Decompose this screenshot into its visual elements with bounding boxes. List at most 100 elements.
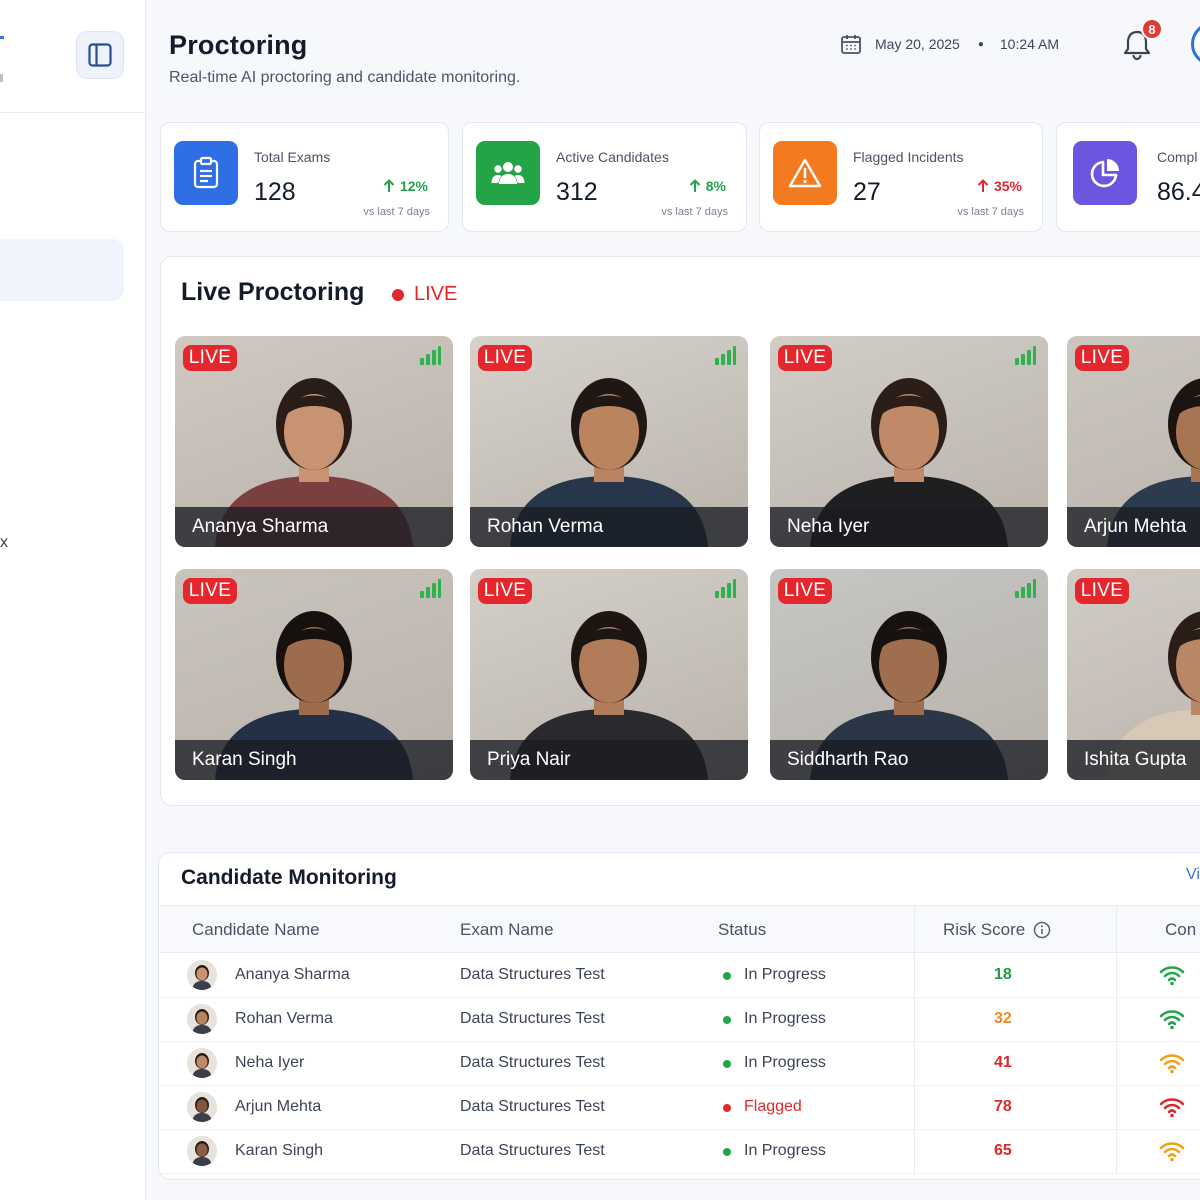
status-label: In Progress xyxy=(744,966,826,983)
stat-trend-value: 35% xyxy=(993,178,1022,194)
date-time-display: May 20, 2025 ● 10:24 AM xyxy=(840,33,1059,55)
signal-strength-icon xyxy=(1015,346,1036,365)
live-indicator-label: LIVE xyxy=(414,283,458,305)
candidate-name-label: Ananya Sharma xyxy=(175,507,453,547)
status-label: In Progress xyxy=(744,1010,826,1027)
candidate-monitoring-title: Candidate Monitoring xyxy=(181,866,397,889)
live-tag: LIVE xyxy=(183,578,237,604)
table-row[interactable]: Rohan Verma Data Structures Test In Progre… xyxy=(160,998,1200,1042)
column-header-exam-name[interactable]: Exam Name xyxy=(460,920,554,940)
exam-name: Data Structures Test xyxy=(460,1010,605,1027)
candidate-name[interactable]: Neha Iyer xyxy=(235,1054,304,1072)
video-tile[interactable]: LIVE Neha Iyer xyxy=(770,336,1048,547)
clipboard-icon xyxy=(174,141,238,205)
signal-strength-icon xyxy=(715,579,736,598)
risk-score: 18 xyxy=(994,966,1012,983)
wifi-icon xyxy=(1159,1142,1185,1162)
video-tile[interactable]: LIVE Ishita Gupta xyxy=(1067,569,1200,780)
stat-value: 86.4 xyxy=(1157,178,1200,206)
app-frame: x Proctoring Real-time AI proctoring and… xyxy=(0,0,1200,1200)
candidate-name-label: Rohan Verma xyxy=(470,507,748,547)
users-icon xyxy=(476,141,540,205)
candidate-name-label: Priya Nair xyxy=(470,740,748,780)
column-header-connection[interactable]: Con xyxy=(1165,920,1196,940)
risk-score: 32 xyxy=(994,1010,1012,1027)
candidate-name[interactable]: Ananya Sharma xyxy=(235,966,350,984)
sidebar-toggle-button[interactable] xyxy=(76,31,124,79)
avatar xyxy=(187,1092,217,1122)
arrow-up-icon xyxy=(689,179,700,192)
risk-score: 78 xyxy=(994,1098,1012,1115)
stat-card-total-exams: Total Exams 128 12% vs last 7 days xyxy=(160,122,449,232)
status-dot xyxy=(723,1148,731,1156)
table-row[interactable]: Arjun Mehta Data Structures Test Flagged 78 xyxy=(160,1086,1200,1130)
candidate-name-label: Ishita Gupta xyxy=(1067,740,1200,780)
video-tile[interactable]: LIVE Arjun Mehta xyxy=(1067,336,1200,547)
live-tag: LIVE xyxy=(1075,578,1129,604)
exam-name: Data Structures Test xyxy=(460,1098,605,1115)
live-tag: LIVE xyxy=(778,345,832,371)
stat-label: Flagged Incidents xyxy=(853,149,964,165)
stat-value: 27 xyxy=(853,178,881,206)
video-tile[interactable]: LIVE Rohan Verma xyxy=(470,336,748,547)
sidebar-item-active[interactable] xyxy=(0,239,124,301)
stat-value: 312 xyxy=(556,178,598,206)
page-subtitle: Real-time AI proctoring and candidate mo… xyxy=(169,69,521,86)
pie-chart-icon xyxy=(1073,141,1137,205)
exam-name: Data Structures Test xyxy=(460,1142,605,1159)
wifi-icon xyxy=(1159,1098,1185,1118)
sidebar: x xyxy=(0,0,146,1200)
stat-trend: 12% xyxy=(383,178,428,194)
signal-strength-icon xyxy=(715,346,736,365)
avatar xyxy=(187,960,217,990)
signal-strength-icon xyxy=(420,579,441,598)
live-proctoring-title: Live Proctoring xyxy=(181,278,365,306)
status-dot xyxy=(723,1060,731,1068)
brand-logo-fragment xyxy=(0,36,4,39)
view-all-link[interactable]: Vi xyxy=(1186,866,1200,884)
status-dot xyxy=(723,972,731,980)
exam-name: Data Structures Test xyxy=(460,1054,605,1071)
candidate-name[interactable]: Arjun Mehta xyxy=(235,1098,321,1116)
avatar xyxy=(187,1048,217,1078)
stat-label: Total Exams xyxy=(254,149,331,165)
table-row[interactable]: Neha Iyer Data Structures Test In Progress… xyxy=(160,1042,1200,1086)
notification-count-badge: 8 xyxy=(1141,18,1163,40)
video-tile[interactable]: LIVE Siddharth Rao xyxy=(770,569,1048,780)
info-icon[interactable] xyxy=(1033,921,1051,939)
user-avatar[interactable] xyxy=(1191,22,1200,66)
current-time: 10:24 AM xyxy=(999,36,1060,52)
stat-value: 128 xyxy=(254,178,296,206)
video-tile[interactable]: LIVE Ananya Sharma xyxy=(175,336,453,547)
column-header-risk-score[interactable]: Risk Score xyxy=(943,920,1051,940)
live-tag: LIVE xyxy=(183,345,237,371)
stat-trend-value: 8% xyxy=(705,178,726,194)
live-tag: LIVE xyxy=(1075,345,1129,371)
candidate-name-label: Siddharth Rao xyxy=(770,740,1048,780)
candidate-name[interactable]: Karan Singh xyxy=(235,1142,323,1160)
arrow-up-icon xyxy=(383,179,395,192)
wifi-icon xyxy=(1159,1010,1185,1030)
live-tag: LIVE xyxy=(478,578,532,604)
stat-trend-note: vs last 7 days xyxy=(661,206,728,218)
risk-score: 41 xyxy=(994,1054,1012,1071)
page-title: Proctoring xyxy=(169,30,308,60)
avatar xyxy=(187,1004,217,1034)
status-dot xyxy=(723,1104,731,1112)
table-row[interactable]: Karan Singh Data Structures Test In Progre… xyxy=(160,1130,1200,1174)
column-header-status[interactable]: Status xyxy=(718,920,766,940)
live-indicator-dot xyxy=(392,289,404,301)
stat-trend: 8% xyxy=(689,178,726,194)
video-tile[interactable]: LIVE Karan Singh xyxy=(175,569,453,780)
table-row[interactable]: Ananya Sharma Data Structures Test In Prog… xyxy=(160,954,1200,998)
stat-label: Active Candidates xyxy=(556,149,669,165)
live-tag: LIVE xyxy=(778,578,832,604)
exam-name: Data Structures Test xyxy=(460,966,605,983)
candidate-name-label: Karan Singh xyxy=(175,740,453,780)
video-tile[interactable]: LIVE Priya Nair xyxy=(470,569,748,780)
live-tag: LIVE xyxy=(478,345,532,371)
stat-card-completion: Compl 86.4 xyxy=(1056,122,1200,232)
column-header-candidate-name[interactable]: Candidate Name xyxy=(192,920,320,940)
candidate-name[interactable]: Rohan Verma xyxy=(235,1010,333,1028)
stat-label: Compl xyxy=(1157,149,1198,165)
